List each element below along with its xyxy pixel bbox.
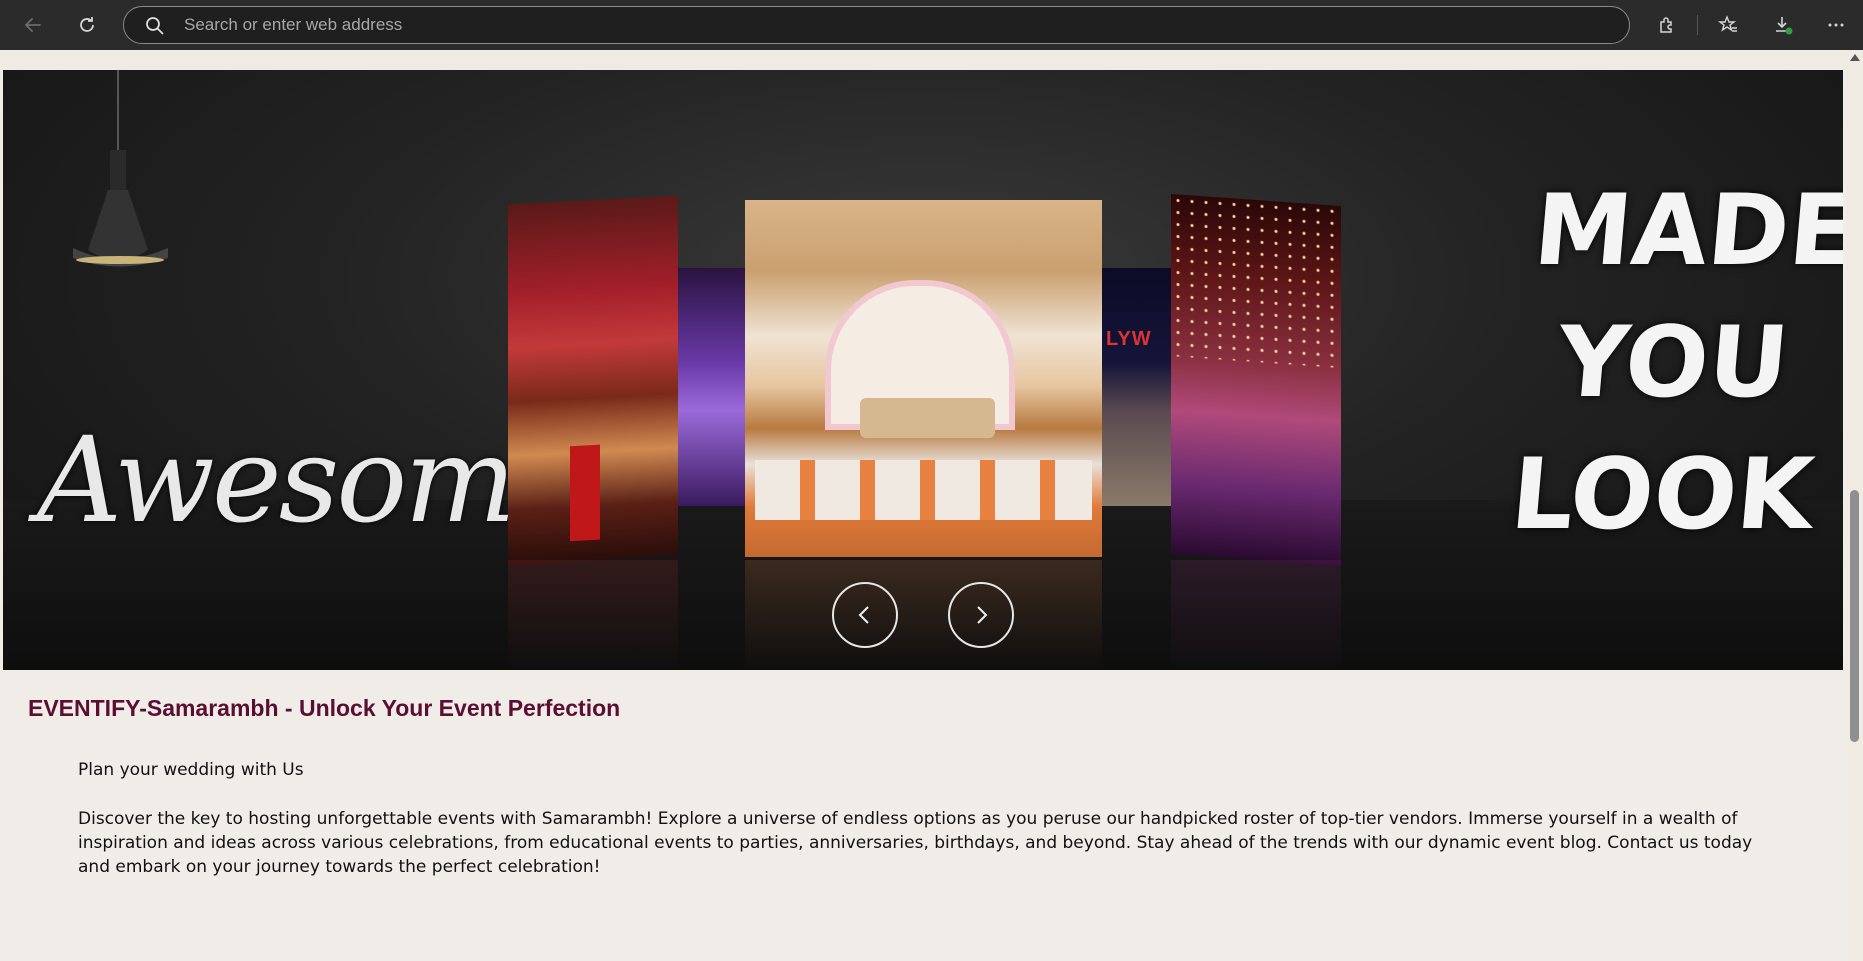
more-button[interactable] [1820,9,1852,41]
refresh-icon [80,17,94,32]
carousel-slide-right[interactable] [1171,194,1341,566]
page-scrollbar[interactable] [1846,50,1863,961]
extensions-icon [1660,17,1672,33]
toolbar-divider [1697,15,1698,35]
scroll-up-arrow-icon[interactable] [1850,54,1860,61]
more-icon [1828,23,1844,27]
stage-platform [755,460,1092,520]
scrollbar-thumb[interactable] [1850,490,1859,742]
hero-slogan: MADE YOU LOOK [1506,165,1843,561]
slogan-line-3: LOOK [1506,438,1818,552]
stage-sofa [860,398,995,438]
back-button[interactable] [17,9,49,41]
slide-reflection-right [1171,560,1341,670]
address-bar[interactable] [123,6,1630,44]
slogan-line-2: YOU [1552,306,1794,420]
hero-carousel: Awesome MADE YOU LOOK LYW [3,70,1843,670]
panel-sign-text: LYW [1106,328,1152,350]
page-heading: EVENTIFY-Samarambh - Unlock Your Event P… [28,695,621,721]
chevron-left-icon [858,606,869,624]
slogan-line-1: MADE [1529,174,1843,288]
carousel-slide-left[interactable] [508,195,678,565]
back-arrow-icon [24,18,41,32]
browser-toolbar [0,0,1863,50]
page-top-strip [0,50,1846,70]
carousel-next-button[interactable] [948,582,1014,648]
favorites-button[interactable] [1712,9,1744,41]
extensions-button[interactable] [1651,9,1683,41]
carousel-slide-left-back[interactable] [678,268,750,506]
refresh-button[interactable] [71,9,103,41]
page-viewport: Awesome MADE YOU LOOK LYW EVENTIFY-Samar… [0,50,1863,961]
slide-reflection-left [508,560,678,670]
pendant-lamp-icon [73,70,168,267]
red-carpet [570,444,600,542]
page-description: Discover the key to hosting unforgettabl… [78,809,1753,877]
hero-word-awesome: Awesome [37,411,583,549]
starlight-ceiling [1171,194,1341,368]
search-icon [146,17,164,35]
chevron-right-icon [977,606,988,624]
carousel-slide-center[interactable] [745,200,1102,557]
downloads-icon [1776,17,1793,35]
downloads-button[interactable] [1767,9,1799,41]
carousel-prev-button[interactable] [832,582,898,648]
slide-reflection-center [745,560,1102,670]
address-input[interactable] [184,13,1584,37]
carousel-slide-right-back[interactable]: LYW [1102,268,1174,506]
page-subheading: Plan your wedding with Us [78,760,304,780]
favorites-icon [1718,15,1737,32]
